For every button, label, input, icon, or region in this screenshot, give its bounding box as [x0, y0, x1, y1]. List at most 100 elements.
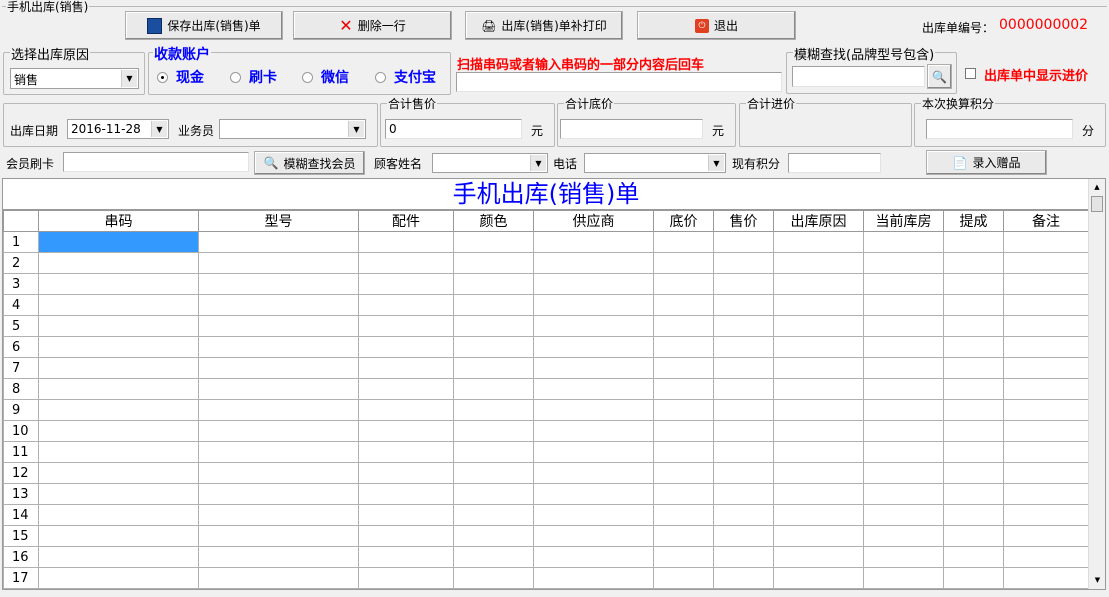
cell[interactable]: [533, 441, 654, 463]
cell[interactable]: [863, 378, 944, 400]
cell[interactable]: [38, 252, 199, 274]
table-row[interactable]: 2: [3, 252, 1089, 274]
cell[interactable]: [863, 525, 944, 547]
cell[interactable]: [1003, 567, 1089, 589]
cell[interactable]: [198, 252, 359, 274]
cell[interactable]: [653, 546, 714, 568]
cell[interactable]: [453, 273, 534, 295]
table-row[interactable]: 9: [3, 399, 1089, 421]
member-card-input[interactable]: [63, 152, 249, 172]
cell[interactable]: [653, 567, 714, 589]
cell[interactable]: [863, 567, 944, 589]
cell[interactable]: [773, 483, 864, 505]
cell[interactable]: [453, 357, 534, 379]
scan-input[interactable]: [456, 72, 782, 92]
cell[interactable]: [38, 546, 199, 568]
cell[interactable]: [38, 399, 199, 421]
cell[interactable]: [653, 504, 714, 526]
cell[interactable]: [198, 357, 359, 379]
cell[interactable]: [863, 231, 944, 253]
fuzzy-input[interactable]: [792, 66, 925, 87]
cell[interactable]: [198, 336, 359, 358]
cell[interactable]: [1003, 546, 1089, 568]
cell[interactable]: [38, 441, 199, 463]
cell[interactable]: [863, 315, 944, 337]
cell[interactable]: [198, 462, 359, 484]
table-row[interactable]: 14: [3, 504, 1089, 526]
cell[interactable]: [453, 525, 534, 547]
cell[interactable]: [943, 441, 1004, 463]
cell[interactable]: [38, 525, 199, 547]
cell[interactable]: [198, 525, 359, 547]
cell[interactable]: [863, 357, 944, 379]
radio-wechat[interactable]: 微信: [302, 67, 349, 87]
cell[interactable]: [453, 315, 534, 337]
cell[interactable]: [943, 546, 1004, 568]
cell[interactable]: [453, 231, 534, 253]
cell[interactable]: [773, 336, 864, 358]
cell[interactable]: [198, 483, 359, 505]
radio-cash[interactable]: 现金: [157, 67, 204, 87]
cell[interactable]: [533, 525, 654, 547]
cell[interactable]: [453, 504, 534, 526]
cell[interactable]: [1003, 462, 1089, 484]
column-header[interactable]: 底价: [653, 210, 714, 232]
cell[interactable]: [198, 399, 359, 421]
cell[interactable]: [1003, 420, 1089, 442]
cell[interactable]: [1003, 273, 1089, 295]
cell[interactable]: [773, 441, 864, 463]
sales-grid[interactable]: 手机出库(销售)单 串码 型号 配件 颜色 供应商 底价 售价 出库原因 当前库房 提成 备注 12…: [2, 178, 1106, 590]
cell[interactable]: [773, 546, 864, 568]
table-row[interactable]: 6: [3, 336, 1089, 358]
cell[interactable]: [1003, 504, 1089, 526]
cell[interactable]: [533, 231, 654, 253]
table-row[interactable]: 13: [3, 483, 1089, 505]
cell[interactable]: [943, 378, 1004, 400]
cell[interactable]: [1003, 399, 1089, 421]
cell[interactable]: [943, 294, 1004, 316]
cell[interactable]: [863, 546, 944, 568]
cell[interactable]: [358, 504, 454, 526]
table-row[interactable]: 12: [3, 462, 1089, 484]
cell[interactable]: [533, 462, 654, 484]
table-row[interactable]: 1: [3, 231, 1089, 253]
cell[interactable]: [358, 252, 454, 274]
cell[interactable]: [943, 525, 1004, 547]
cell[interactable]: [653, 252, 714, 274]
table-row[interactable]: 10: [3, 420, 1089, 442]
cell[interactable]: [653, 357, 714, 379]
cell[interactable]: [358, 567, 454, 589]
column-header[interactable]: 供应商: [533, 210, 654, 232]
fuzzy-search-button[interactable]: 🔍: [927, 64, 952, 89]
cell[interactable]: [533, 273, 654, 295]
cell[interactable]: [863, 462, 944, 484]
column-header[interactable]: 售价: [713, 210, 774, 232]
cell[interactable]: [38, 336, 199, 358]
cell[interactable]: [453, 546, 534, 568]
table-row[interactable]: 8: [3, 378, 1089, 400]
cell[interactable]: [943, 357, 1004, 379]
cell[interactable]: [863, 420, 944, 442]
cell[interactable]: [358, 441, 454, 463]
cell[interactable]: [713, 483, 774, 505]
column-header[interactable]: 提成: [943, 210, 1004, 232]
cell[interactable]: [863, 252, 944, 274]
points-input[interactable]: [926, 119, 1073, 139]
cell[interactable]: [38, 462, 199, 484]
table-row[interactable]: 7: [3, 357, 1089, 379]
delete-row-button[interactable]: ✕ 删除一行: [293, 11, 452, 40]
cell[interactable]: [653, 420, 714, 442]
cell[interactable]: [533, 315, 654, 337]
table-row[interactable]: 17: [3, 567, 1089, 589]
table-row[interactable]: 11: [3, 441, 1089, 463]
cell[interactable]: [38, 420, 199, 442]
cell[interactable]: [1003, 378, 1089, 400]
cell[interactable]: [533, 336, 654, 358]
cell[interactable]: [943, 273, 1004, 295]
cell[interactable]: [773, 294, 864, 316]
reason-select[interactable]: 销售 ▼: [10, 68, 139, 89]
column-header[interactable]: 配件: [358, 210, 454, 232]
cell[interactable]: [38, 315, 199, 337]
cell[interactable]: [1003, 336, 1089, 358]
cell[interactable]: [713, 567, 774, 589]
